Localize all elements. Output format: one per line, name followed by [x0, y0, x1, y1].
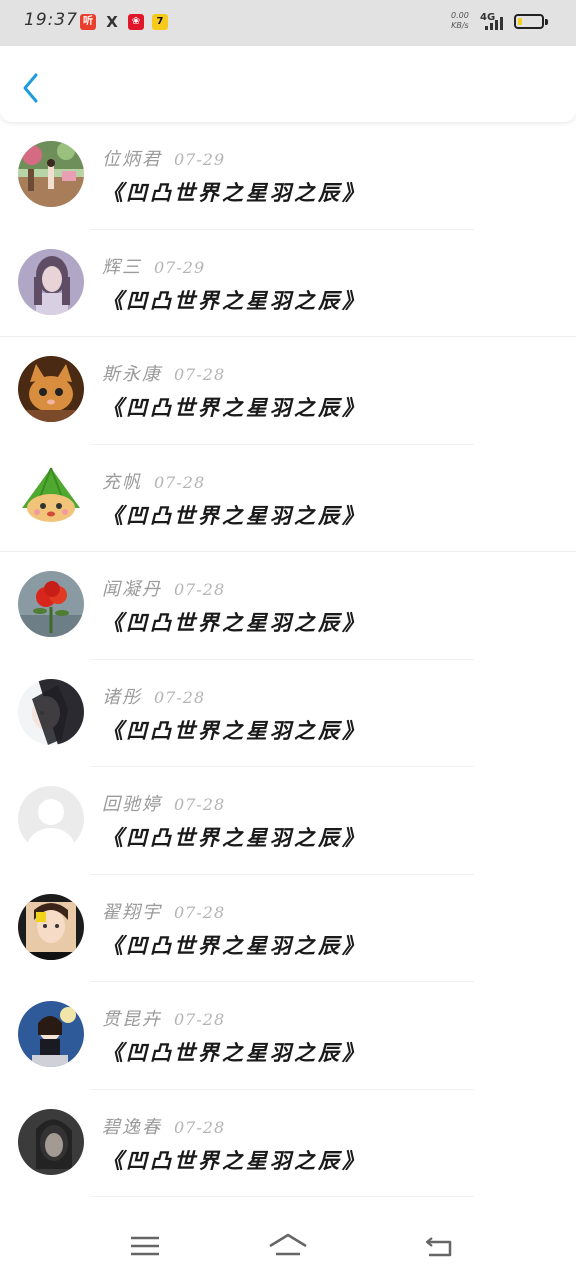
menu-button[interactable]: [125, 1230, 165, 1262]
username: 贯昆卉 07-28: [102, 1005, 225, 1031]
user-name: 诸彤: [102, 686, 142, 708]
username: 回驰婷 07-28: [102, 790, 225, 816]
username: 位炳君 07-29: [102, 145, 225, 171]
user-name: 斯永康: [102, 364, 162, 385]
user-name: 翟翔宇: [102, 901, 162, 923]
back-nav-button[interactable]: [420, 1230, 460, 1262]
user-name: 碧逸春: [102, 1116, 162, 1138]
list-item[interactable]: 充帆 07-28 《凹凸世界之星羽之辰》: [0, 445, 576, 552]
list-item[interactable]: 翟翔宇 07-28 《凹凸世界之星羽之辰》: [0, 875, 576, 982]
work-title[interactable]: 《凹凸世界之星羽之辰》: [102, 177, 366, 207]
post-date: 07-29: [174, 150, 226, 169]
list-item[interactable]: 斯永康 07-28 《凹凸世界之星羽之辰》: [0, 337, 576, 445]
list-item[interactable]: 诸彤 07-28 《凹凸世界之星羽之辰》: [0, 660, 576, 767]
work-title[interactable]: 《凹凸世界之星羽之辰》: [102, 1145, 366, 1175]
back-button[interactable]: [16, 70, 46, 106]
list-item[interactable]: 贯昆卉 07-28 《凹凸世界之星羽之辰》: [0, 982, 576, 1090]
list-item[interactable]: 碧逸春 07-28 《凹凸世界之星羽之辰》: [0, 1090, 576, 1197]
work-title[interactable]: 《凹凸世界之星羽之辰》: [102, 1037, 366, 1067]
username: 翟翔宇 07-28: [102, 898, 225, 924]
post-date: 07-28: [174, 365, 226, 384]
username: 碧逸春 07-28: [102, 1113, 225, 1139]
avatar[interactable]: [18, 248, 84, 315]
net-speed-unit: KB/s: [451, 21, 469, 30]
back-arrow-icon: [425, 1237, 452, 1257]
divider: [90, 1196, 474, 1197]
net-speed-value: 0.00: [451, 11, 469, 20]
username: 闻凝丹 07-28: [102, 575, 225, 601]
work-title[interactable]: 《凹凸世界之星羽之辰》: [102, 500, 366, 530]
work-title[interactable]: 《凹凸世界之星羽之辰》: [102, 607, 366, 637]
post-date: 07-28: [174, 580, 226, 599]
home-button[interactable]: [266, 1230, 310, 1262]
work-title[interactable]: 《凹凸世界之星羽之辰》: [102, 285, 366, 315]
battery-icon: [514, 14, 544, 29]
seven-app-icon: 7: [152, 14, 168, 30]
comment-list: 位炳君 07-29 《凹凸世界之星羽之辰》 辉三 07-29 《凹凸世界之星羽之辰》 斯永康…: [0, 122, 576, 1197]
user-name: 位炳君: [102, 149, 162, 170]
ting-app-icon: 听: [80, 14, 96, 30]
avatar[interactable]: [18, 571, 84, 637]
post-date: 07-29: [154, 257, 206, 277]
avatar[interactable]: [18, 786, 84, 852]
status-time: 19:37: [24, 10, 78, 30]
list-item[interactable]: 辉三 07-29 《凹凸世界之星羽之辰》: [0, 230, 576, 337]
avatar[interactable]: [18, 1108, 84, 1175]
post-date: 07-28: [174, 1117, 226, 1137]
post-date: 07-28: [154, 687, 206, 707]
list-item[interactable]: 回驰婷 07-28 《凹凸世界之星羽之辰》: [0, 767, 576, 875]
signal-icon: [485, 17, 503, 30]
flower-app-icon: ❀: [128, 14, 144, 30]
work-title[interactable]: 《凹凸世界之星羽之辰》: [102, 392, 366, 422]
avatar[interactable]: [18, 141, 84, 207]
battery-level: [518, 18, 522, 25]
user-name: 充帆: [102, 471, 142, 493]
net-speed: 0.00 KB/s: [451, 11, 469, 31]
menu-icon: [131, 1236, 159, 1256]
username: 斯永康 07-28: [102, 360, 225, 386]
list-item[interactable]: 位炳君 07-29 《凹凸世界之星羽之辰》: [0, 122, 576, 230]
battery-tip: [545, 19, 548, 25]
user-name: 闻凝丹: [102, 579, 162, 600]
home-icon: [269, 1233, 307, 1256]
user-name: 贯昆卉: [102, 1009, 162, 1030]
user-name: 辉三: [102, 256, 142, 278]
username: 充帆 07-28: [102, 468, 205, 494]
work-title[interactable]: 《凹凸世界之星羽之辰》: [102, 930, 366, 960]
avatar[interactable]: [18, 678, 84, 745]
avatar[interactable]: [18, 893, 84, 960]
bottom-nav: [0, 1210, 576, 1280]
post-date: 07-28: [174, 795, 226, 814]
username: 辉三 07-29: [102, 253, 205, 279]
avatar[interactable]: [18, 1001, 84, 1067]
header: [0, 46, 576, 122]
user-name: 回驰婷: [102, 794, 162, 815]
post-date: 07-28: [154, 472, 206, 492]
post-date: 07-28: [174, 1010, 226, 1029]
x-app-icon: X: [106, 13, 118, 31]
work-title[interactable]: 《凹凸世界之星羽之辰》: [102, 822, 366, 852]
avatar[interactable]: [18, 463, 84, 530]
username: 诸彤 07-28: [102, 683, 205, 709]
work-title[interactable]: 《凹凸世界之星羽之辰》: [102, 715, 366, 745]
avatar[interactable]: [18, 356, 84, 422]
post-date: 07-28: [174, 902, 226, 922]
chevron-left-icon: [23, 73, 38, 103]
list-item[interactable]: 闻凝丹 07-28 《凹凸世界之星羽之辰》: [0, 552, 576, 660]
status-bar: 19:37 听 X ❀ 7 0.00 KB/s 4G: [0, 0, 576, 46]
